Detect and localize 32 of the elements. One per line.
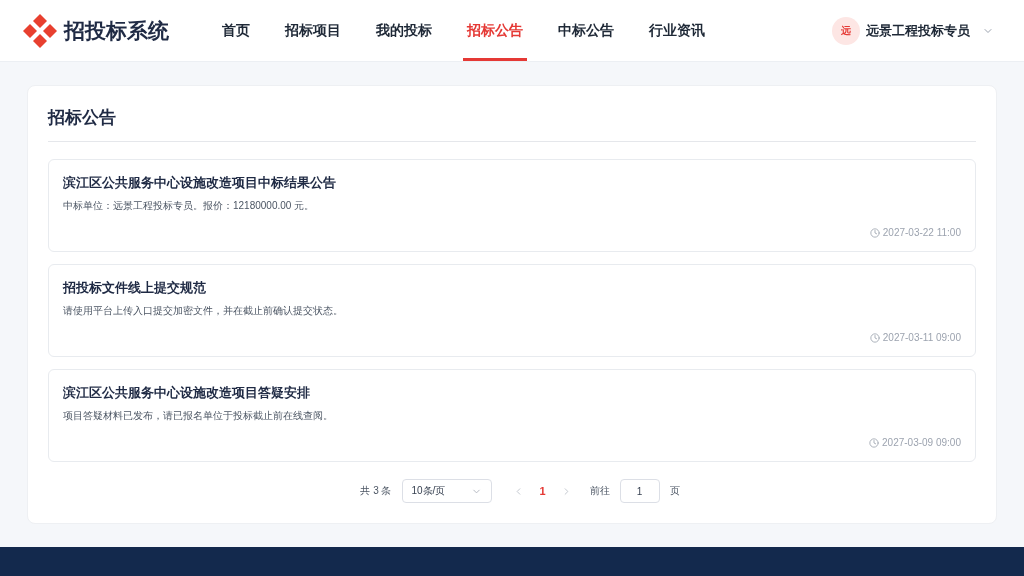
clock-icon: [869, 438, 880, 448]
notice-title: 滨江区公共服务中心设施改造项目中标结果公告: [63, 174, 337, 192]
nav-tab[interactable]: 首页: [218, 0, 254, 61]
page-suffix: 页: [669, 484, 680, 498]
notice-time: 2027-03-09 09:00: [882, 436, 961, 450]
nav-tab[interactable]: 招标公告: [463, 0, 527, 61]
nav-tab[interactable]: 中标公告: [554, 0, 618, 61]
nav-tab[interactable]: 招标项目: [281, 0, 345, 61]
notice-time: 2027-03-11 09:00: [882, 331, 961, 345]
page-number-button[interactable]: 1: [535, 481, 550, 501]
notice-card[interactable]: 招投标文件线上提交规范 请使用平台上传入口提交加密文件，并在截止前确认提交状态。 2027-03-11 09:00: [48, 264, 976, 357]
notice-title: 滨江区公共服务中心设施改造项目答疑安排: [63, 384, 311, 402]
notice-time: 2027-03-22 11:00: [882, 226, 961, 240]
notice-summary: 项目答疑材料已发布，请已报名单位于投标截止前在线查阅。: [63, 409, 334, 423]
nav-tab[interactable]: 我的投标: [372, 0, 436, 61]
clock-icon: [869, 228, 880, 238]
page-title: 招标公告: [48, 104, 976, 142]
user-avatar[interactable]: 远: [832, 16, 860, 45]
notice-card[interactable]: 滨江区公共服务中心设施改造项目答疑安排 项目答疑材料已发布，请已报名单位于投标截止前在线查阅。 2027-03-09 09:00: [48, 369, 976, 462]
goto-label: 前往: [589, 484, 610, 498]
nav-tab[interactable]: 行业资讯: [645, 0, 709, 61]
notice-summary: 中标单位：远景工程投标专员。报价：12180000.00 元。: [63, 199, 316, 213]
total-count: 共 3 条: [360, 484, 392, 498]
clock-icon: [869, 333, 880, 343]
logo-icon: [22, 12, 58, 49]
notice-title: 招投标文件线上提交规范: [63, 279, 207, 297]
notice-summary: 请使用平台上传入口提交加密文件，并在截止前确认提交状态。: [63, 304, 344, 318]
notice-card[interactable]: 滨江区公共服务中心设施改造项目中标结果公告 中标单位：远景工程投标专员。报价：12180000.00 元。 2027-03-22 11:00: [48, 159, 976, 252]
user-name[interactable]: 远景工程投标专员: [866, 21, 970, 40]
site-title: 招投标系统: [64, 17, 169, 44]
page-size-select[interactable]: 10条/页: [401, 479, 492, 503]
goto-page-input[interactable]: 1: [619, 479, 660, 503]
